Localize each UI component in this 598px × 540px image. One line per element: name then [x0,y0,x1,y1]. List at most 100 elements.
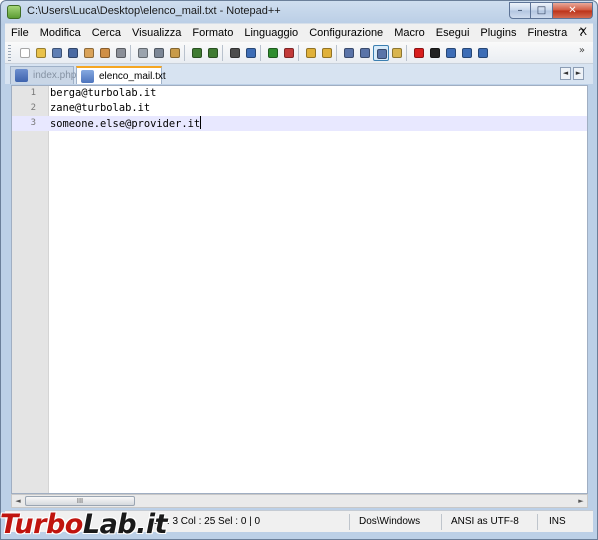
maximize-button[interactable]: □ [531,2,553,19]
caption-buttons: – □ ✕ [509,2,593,19]
line-number: 2 [30,103,36,113]
tab-label: index.php [33,70,77,81]
zoom-in-icon[interactable] [265,45,281,61]
record-macro-icon[interactable] [411,45,427,61]
scroll-left-arrow-icon[interactable]: ◄ [12,496,24,507]
show-all-chars-icon[interactable] [357,45,373,61]
menu-macro[interactable]: Macro [388,27,430,39]
undo-icon[interactable] [189,45,205,61]
line-text[interactable]: someone.else@provider.it [50,118,200,130]
toolbar-overflow-icon[interactable]: » [579,45,585,56]
replace-icon[interactable] [243,45,259,61]
word-wrap-icon-glyph [344,48,354,58]
run-macro-multiple-icon[interactable] [459,45,475,61]
indent-guide-icon-glyph [377,49,387,59]
close-document-button[interactable]: X [580,26,587,38]
menu-modifica[interactable]: Modifica [34,27,86,39]
sync-vertical-icon[interactable] [303,45,319,61]
close-icon-glyph [84,48,94,58]
toolbar-separator [260,45,261,61]
minimize-button[interactable]: – [509,2,531,19]
menu-plugins[interactable]: Plugins [474,27,521,39]
open-file-icon-glyph [36,48,46,58]
tab-elenco-mail-txt[interactable]: elenco_mail.txt [76,66,166,84]
save-macro-icon[interactable] [475,45,491,61]
menu-linguaggio[interactable]: Linguaggio [238,27,303,39]
cut-icon[interactable] [135,45,151,61]
menu-finestra[interactable]: Finestra [521,27,572,39]
word-wrap-icon[interactable] [341,45,357,61]
copy-icon-glyph [154,48,164,58]
toolbar-separator [298,45,299,61]
new-file-icon[interactable] [17,45,33,61]
show-all-chars-icon-glyph [360,48,370,58]
menu-bar: File Modifica Cerca Visualizza Formato L… [5,23,593,42]
status-cursor-position: Ln : 3 Col : 25 Sel : 0 | 0 [153,516,261,527]
turbolab-logo: TurboLab.it [0,509,168,540]
menu-cerca[interactable]: Cerca [86,27,126,39]
save-icon-glyph [52,48,62,58]
status-divider [441,514,442,530]
sync-horizontal-icon-glyph [322,48,332,58]
tab-bar: index.php elenco_mail.txt ◄ ► [5,64,593,84]
close-all-icon[interactable] [97,45,113,61]
menu-esegui[interactable]: Esegui [430,27,475,39]
menu-file[interactable]: File [5,27,34,39]
sync-horizontal-icon[interactable] [319,45,335,61]
line-number: 1 [30,88,36,98]
toolbar-separator [222,45,223,61]
scroll-right-arrow-icon[interactable]: ► [575,496,587,507]
toolbar-separator [184,45,185,61]
title-bar[interactable]: C:\Users\Luca\Desktop\elenco_mail.txt - … [1,1,597,23]
save-all-icon[interactable] [65,45,81,61]
tab-index-php[interactable]: index.php [10,66,77,84]
menu-configurazione[interactable]: Configurazione [303,27,388,39]
line-text[interactable]: berga@turbolab.it [50,86,156,101]
open-file-icon[interactable] [33,45,49,61]
editor-line-current[interactable]: 3 someone.else@provider.it [12,116,587,131]
indent-guide-icon[interactable] [373,45,389,61]
redo-icon[interactable] [205,45,221,61]
close-window-button[interactable]: ✕ [553,2,593,19]
tab-label: elenco_mail.txt [99,71,166,82]
status-eol-format: Dos\Windows [359,516,421,527]
logo-part-lab: Lab.it [82,509,168,540]
play-macro-icon-glyph [446,48,456,58]
menu-visualizza[interactable]: Visualizza [126,27,186,39]
status-divider [349,514,350,530]
zoom-in-icon-glyph [268,48,278,58]
close-icon[interactable] [81,45,97,61]
horizontal-scrollbar[interactable]: ◄ III ► [11,494,588,508]
text-caret [200,116,202,129]
save-icon[interactable] [49,45,65,61]
undo-icon-glyph [192,48,202,58]
find-icon[interactable] [227,45,243,61]
toolbar-grip[interactable] [8,45,11,61]
line-text-with-caret[interactable]: someone.else@provider.it [50,116,202,132]
toolbar-separator [336,45,337,61]
save-macro-icon-glyph [478,48,488,58]
record-macro-icon-glyph [414,48,424,58]
file-saved-icon [15,69,28,82]
play-macro-icon[interactable] [443,45,459,61]
line-text[interactable]: zane@turbolab.it [50,101,150,116]
editor-line[interactable]: 2 zane@turbolab.it [12,101,587,116]
paste-icon[interactable] [167,45,183,61]
close-all-icon-glyph [100,48,110,58]
zoom-out-icon[interactable] [281,45,297,61]
notepad-plus-plus-icon[interactable] [7,5,21,19]
print-icon[interactable] [113,45,129,61]
line-number-gutter [12,86,49,493]
stop-macro-icon[interactable] [427,45,443,61]
copy-icon[interactable] [151,45,167,61]
editor-line[interactable]: 1 berga@turbolab.it [12,86,587,101]
status-divider [537,514,538,530]
scroll-thumb[interactable]: III [25,496,135,506]
tab-scroll-left-icon[interactable]: ◄ [560,67,571,80]
menu-formato[interactable]: Formato [186,27,238,39]
tab-scroll-right-icon[interactable]: ► [573,67,584,80]
editor-area[interactable]: 1 berga@turbolab.it 2 zane@turbolab.it 3… [11,85,588,494]
toolbar-separator [406,45,407,61]
save-all-icon-glyph [68,48,78,58]
user-language-icon[interactable] [389,45,405,61]
